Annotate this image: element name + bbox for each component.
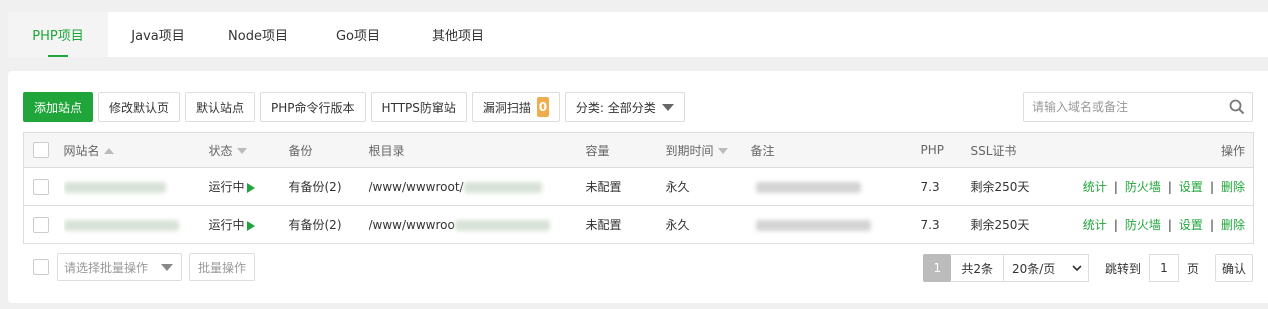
- php-version-link[interactable]: 7.3: [921, 206, 971, 244]
- capacity-link[interactable]: 未配置: [586, 168, 666, 206]
- jump-to-label: 跳转到: [1104, 261, 1141, 276]
- search-box: [1023, 92, 1253, 122]
- table-footer: 请选择批量操作 批量操作 1 共2条 20条/页 跳转到 1 页 确认: [23, 253, 1253, 283]
- caret-down-icon: [161, 263, 173, 271]
- delete-link[interactable]: 删除: [1221, 218, 1245, 232]
- col-root-dir: 根目录: [368, 143, 405, 158]
- project-tabs: PHP项目 Java项目 Node项目 Go项目 其他项目: [8, 12, 1268, 57]
- play-icon: [246, 182, 255, 193]
- tab-java-projects[interactable]: Java项目: [108, 12, 208, 57]
- search-icon[interactable]: [1222, 93, 1252, 121]
- current-page[interactable]: 1: [923, 254, 952, 282]
- page-size-value: 20条/页: [1011, 261, 1056, 276]
- php-version-link[interactable]: 7.3: [921, 168, 971, 206]
- tab-label: PHP项目: [32, 29, 84, 44]
- actions-cell: 统计 | 防火墙 | 设置 | 删除: [1082, 180, 1245, 194]
- col-expiry[interactable]: 到期时间: [666, 133, 751, 168]
- actions-cell: 统计 | 防火墙 | 设置 | 删除: [1082, 218, 1245, 232]
- expiry-link[interactable]: 永久: [666, 168, 751, 206]
- jump-page-input[interactable]: 1: [1148, 254, 1179, 282]
- capacity-link[interactable]: 未配置: [586, 206, 666, 244]
- tab-label: 其他项目: [431, 29, 484, 44]
- redacted-path: [454, 219, 550, 231]
- jump-confirm-button[interactable]: 确认: [1214, 254, 1253, 282]
- tab-node-projects[interactable]: Node项目: [208, 12, 308, 57]
- ssl-link[interactable]: 剩余250天: [971, 168, 1081, 206]
- site-table: 网站名 状态 备份 根目录 容量 到期时间 备注 PHP SSL证书 操作 运行…: [23, 132, 1254, 244]
- pagination: 1 共2条 20条/页 跳转到 1 页 确认: [923, 253, 1253, 283]
- backup-link[interactable]: 有备份(2): [289, 206, 369, 244]
- col-capacity: 容量: [585, 143, 610, 158]
- status-cell[interactable]: 运行中: [209, 206, 289, 244]
- redacted-remark: [755, 181, 861, 193]
- row-checkbox[interactable]: [33, 216, 49, 233]
- redacted-site-name: [63, 219, 179, 231]
- page-size-select[interactable]: 20条/页: [1003, 254, 1089, 282]
- stats-link[interactable]: 统计: [1083, 180, 1107, 194]
- page-unit-label: 页: [1186, 261, 1199, 276]
- col-ssl: SSL证书: [970, 143, 1017, 158]
- delete-link[interactable]: 删除: [1221, 180, 1245, 194]
- site-name-cell[interactable]: [63, 168, 209, 206]
- firewall-link[interactable]: 防火墙: [1125, 218, 1161, 232]
- vuln-scan-label: 漏洞扫描: [482, 100, 531, 115]
- select-all-checkbox[interactable]: [33, 142, 49, 158]
- col-php: PHP: [920, 143, 945, 157]
- stats-link[interactable]: 统计: [1083, 218, 1107, 232]
- table-header-row: 网站名 状态 备份 根目录 容量 到期时间 备注 PHP SSL证书 操作: [23, 132, 1254, 168]
- batch-operation-button[interactable]: 批量操作: [189, 253, 256, 281]
- toolbar: 添加站点 修改默认页 默认站点 PHP命令行版本 HTTPS防窜站 漏洞扫描 0…: [23, 92, 685, 122]
- redacted-path: [463, 181, 542, 193]
- site-list-panel: 添加站点 修改默认页 默认站点 PHP命令行版本 HTTPS防窜站 漏洞扫描 0…: [8, 71, 1268, 303]
- vuln-count-badge: 0: [536, 97, 549, 117]
- redacted-site-name: [63, 181, 166, 193]
- site-name-cell[interactable]: [63, 206, 209, 244]
- batch-select-placeholder: 请选择批量操作: [64, 260, 149, 275]
- col-remark: 备注: [750, 143, 775, 158]
- remark-cell[interactable]: [751, 206, 921, 244]
- tab-label: Java项目: [131, 29, 185, 44]
- tab-label: Node项目: [228, 29, 288, 44]
- table-row: 运行中 有备份(2) /www/wwwroo 未配置 永久 7.3 剩余250天…: [23, 205, 1254, 244]
- redacted-remark: [755, 219, 871, 231]
- php-cli-version-button[interactable]: PHP命令行版本: [260, 92, 366, 122]
- total-count: 共2条: [951, 254, 1004, 282]
- category-select-value: 分类: 全部分类: [575, 100, 656, 115]
- tab-go-projects[interactable]: Go项目: [308, 12, 408, 57]
- play-icon: [246, 220, 255, 231]
- chevron-down-icon: [1072, 262, 1082, 275]
- https-anti-hijack-button[interactable]: HTTPS防窜站: [370, 92, 467, 122]
- vuln-scan-button[interactable]: 漏洞扫描 0: [471, 92, 560, 122]
- tab-label: Go项目: [335, 29, 381, 44]
- expiry-link[interactable]: 永久: [666, 206, 751, 244]
- tab-php-projects[interactable]: PHP项目: [8, 12, 108, 57]
- settings-link[interactable]: 设置: [1179, 218, 1203, 232]
- batch-operation-select[interactable]: 请选择批量操作: [57, 253, 182, 281]
- status-cell[interactable]: 运行中: [209, 168, 289, 206]
- root-dir-link[interactable]: /www/wwwroot/: [369, 168, 586, 206]
- col-status[interactable]: 状态: [209, 133, 289, 168]
- sort-desc-icon: [236, 148, 247, 154]
- add-site-button[interactable]: 添加站点: [23, 92, 94, 122]
- col-site-name[interactable]: 网站名: [64, 133, 209, 168]
- footer-select-all-checkbox[interactable]: [33, 259, 49, 275]
- search-input[interactable]: [1024, 93, 1222, 121]
- col-backup: 备份: [288, 143, 313, 158]
- category-select[interactable]: 分类: 全部分类: [564, 92, 685, 122]
- caret-down-icon: [661, 103, 674, 111]
- default-site-button[interactable]: 默认站点: [185, 92, 256, 122]
- sort-asc-icon: [103, 148, 114, 154]
- modify-default-page-button[interactable]: 修改默认页: [98, 92, 181, 122]
- tab-other-projects[interactable]: 其他项目: [408, 12, 508, 57]
- row-checkbox[interactable]: [33, 178, 49, 195]
- ssl-link[interactable]: 剩余250天: [971, 206, 1081, 244]
- remark-cell[interactable]: [751, 168, 921, 206]
- col-actions: 操作: [1220, 143, 1245, 158]
- settings-link[interactable]: 设置: [1179, 180, 1203, 194]
- root-dir-link[interactable]: /www/wwwroo: [369, 206, 586, 244]
- sort-desc-icon: [717, 148, 728, 154]
- backup-link[interactable]: 有备份(2): [289, 168, 369, 206]
- table-row: 运行中 有备份(2) /www/wwwroot/ 未配置 永久 7.3 剩余25…: [23, 167, 1254, 206]
- firewall-link[interactable]: 防火墙: [1125, 180, 1161, 194]
